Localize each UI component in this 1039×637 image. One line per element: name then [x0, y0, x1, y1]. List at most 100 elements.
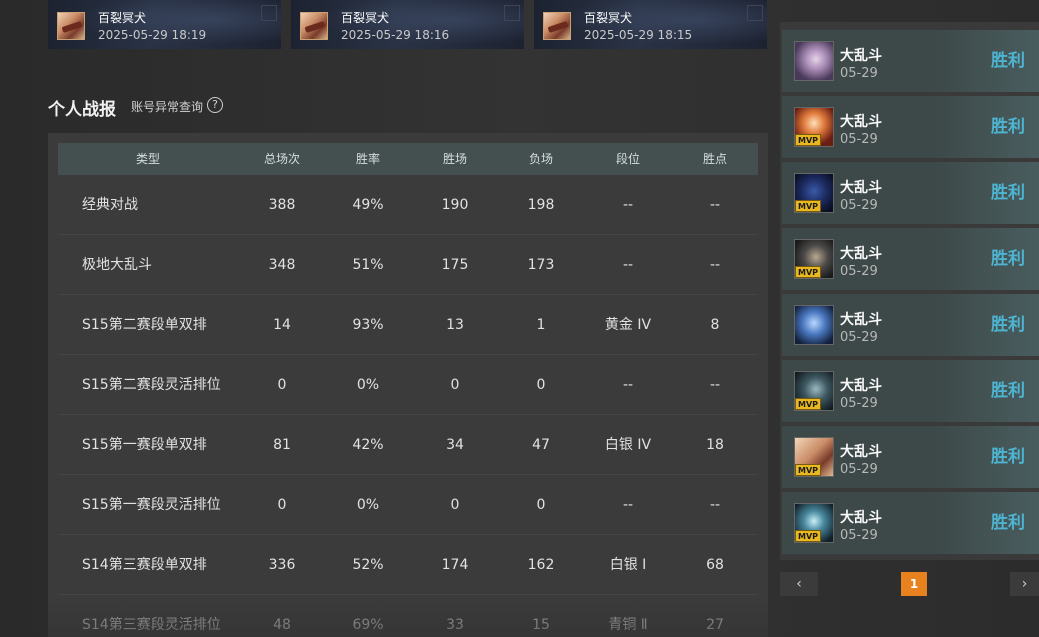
cell-type: 极地大乱斗 [82, 257, 152, 273]
account-abnormal-link[interactable]: 账号异常查询 [131, 98, 203, 115]
help-icon[interactable]: ? [207, 97, 223, 113]
cell-losses: 198 [527, 197, 555, 213]
match-result: 胜利 [991, 183, 1025, 203]
recent-match-card[interactable]: 百裂冥犬 2025-05-29 18:16 [291, 0, 524, 49]
recent-match-card[interactable]: 百裂冥犬 2025-05-29 18:19 [48, 0, 281, 49]
stats-table: 类型 总场次 胜率 胜场 负场 段位 胜点 经典对战 388 49% 190 198 --… [48, 133, 768, 637]
game-mode: 大乱斗 [840, 180, 882, 196]
match-date: 05-29 [840, 132, 878, 147]
cell-wins: 175 [441, 257, 469, 273]
cell-losses: 15 [532, 617, 550, 633]
match-list-item[interactable]: MVP 大乱斗 05-29 胜利 [782, 228, 1039, 290]
cell-winrate: 0% [356, 497, 380, 513]
game-mode: 大乱斗 [840, 246, 882, 262]
column-header-winrate: 胜率 [355, 152, 380, 166]
match-list-item[interactable]: MVP 大乱斗 05-29 胜利 [782, 492, 1039, 554]
pagination-page-1[interactable]: 1 [901, 572, 927, 596]
match-list-item[interactable]: 大乱斗 05-29 胜利 [782, 30, 1039, 92]
match-date: 05-29 [840, 396, 878, 411]
game-mode: 大乱斗 [840, 444, 882, 460]
champion-name: 百裂冥犬 [98, 11, 147, 25]
cell-wins: 174 [441, 557, 469, 573]
cell-lp: -- [709, 497, 721, 513]
match-result: 胜利 [991, 447, 1025, 467]
champion-avatar [794, 41, 834, 81]
champion-thumbnail [300, 12, 328, 40]
champion-name: 百裂冥犬 [584, 11, 633, 25]
match-result: 胜利 [991, 249, 1025, 269]
cell-type: S15第二赛段灵活排位 [82, 377, 221, 393]
mvp-badge: MVP [795, 464, 821, 476]
cell-rank: 青铜 Ⅱ [608, 617, 648, 633]
cell-winrate: 52% [352, 557, 384, 573]
match-result: 胜利 [991, 315, 1025, 335]
cell-rank: -- [622, 497, 634, 513]
game-mode: 大乱斗 [840, 510, 882, 526]
column-header-rank: 段位 [615, 152, 640, 166]
cell-winrate: 49% [352, 197, 384, 213]
mvp-badge: MVP [795, 134, 821, 146]
champion-name: 百裂冥犬 [341, 11, 390, 25]
cell-winrate: 42% [352, 437, 384, 453]
table-row: 极地大乱斗 348 51% 175 173 -- -- [58, 235, 758, 295]
champion-avatar [794, 305, 834, 345]
cell-rank: 白银 IV [604, 437, 652, 453]
table-row: S15第二赛段灵活排位 0 0% 0 0 -- -- [58, 355, 758, 415]
match-date: 05-29 [840, 330, 878, 345]
cell-wins: 34 [446, 437, 464, 453]
cell-wins: 13 [446, 317, 464, 333]
cell-winrate: 51% [352, 257, 384, 273]
mvp-badge: MVP [795, 530, 821, 542]
match-date: 05-29 [840, 264, 878, 279]
match-time: 2025-05-29 18:16 [341, 28, 450, 42]
column-header-lp: 胜点 [702, 152, 727, 166]
match-date: 05-29 [840, 66, 878, 81]
cell-total: 348 [268, 257, 296, 273]
match-list-item[interactable]: MVP 大乱斗 05-29 胜利 [782, 426, 1039, 488]
match-date: 05-29 [840, 462, 878, 477]
item-slot-icon [504, 5, 520, 21]
match-history-list: 大乱斗 05-29 胜利 MVP 大乱斗 05-29 胜利 MVP 大乱斗 05-29 胜利 MVP 大… [780, 22, 1039, 560]
pagination-prev-button[interactable]: ‹ [780, 572, 818, 596]
cell-total: 336 [268, 557, 296, 573]
game-mode: 大乱斗 [840, 378, 882, 394]
cell-total: 0 [277, 377, 287, 393]
match-list-item[interactable]: MVP 大乱斗 05-29 胜利 [782, 162, 1039, 224]
match-list-item[interactable]: 大乱斗 05-29 胜利 [782, 294, 1039, 356]
cell-wins: 33 [446, 617, 464, 633]
pagination-next-button[interactable]: › [1010, 572, 1039, 596]
match-list-item[interactable]: MVP 大乱斗 05-29 胜利 [782, 360, 1039, 422]
cell-losses: 0 [536, 377, 546, 393]
column-header-losses: 负场 [528, 152, 553, 166]
cell-lp: 18 [706, 437, 724, 453]
match-date: 05-29 [840, 528, 878, 543]
table-row: S14第三赛段灵活排位 48 69% 33 15 青铜 Ⅱ 27 [58, 595, 758, 637]
recent-match-card[interactable]: 百裂冥犬 2025-05-29 18:15 [534, 0, 767, 49]
match-result: 胜利 [991, 381, 1025, 401]
match-result: 胜利 [991, 513, 1025, 533]
cell-lp: -- [709, 257, 721, 273]
table-row: S15第一赛段单双排 81 42% 34 47 白银 IV 18 [58, 415, 758, 475]
cell-total: 388 [268, 197, 296, 213]
match-list-item[interactable]: MVP 大乱斗 05-29 胜利 [782, 96, 1039, 158]
column-header-wins: 胜场 [442, 152, 467, 166]
cell-losses: 1 [536, 317, 546, 333]
game-mode: 大乱斗 [840, 48, 882, 64]
cell-total: 81 [273, 437, 291, 453]
cell-losses: 0 [536, 497, 546, 513]
cell-lp: 68 [706, 557, 724, 573]
cell-type: S15第二赛段单双排 [82, 317, 207, 333]
cell-wins: 0 [450, 497, 460, 513]
cell-rank: 白银 Ⅰ [609, 557, 647, 573]
cell-type: S14第三赛段灵活排位 [82, 617, 221, 633]
match-result: 胜利 [991, 117, 1025, 137]
cell-lp: -- [709, 197, 721, 213]
cell-wins: 0 [450, 377, 460, 393]
column-header-type: 类型 [135, 152, 160, 166]
cell-type: S15第一赛段灵活排位 [82, 497, 221, 513]
table-row: S14第三赛段单双排 336 52% 174 162 白银 Ⅰ 68 [58, 535, 758, 595]
cell-winrate: 0% [356, 377, 380, 393]
item-slot-icon [747, 5, 763, 21]
cell-total: 0 [277, 497, 287, 513]
cell-lp: -- [709, 377, 721, 393]
